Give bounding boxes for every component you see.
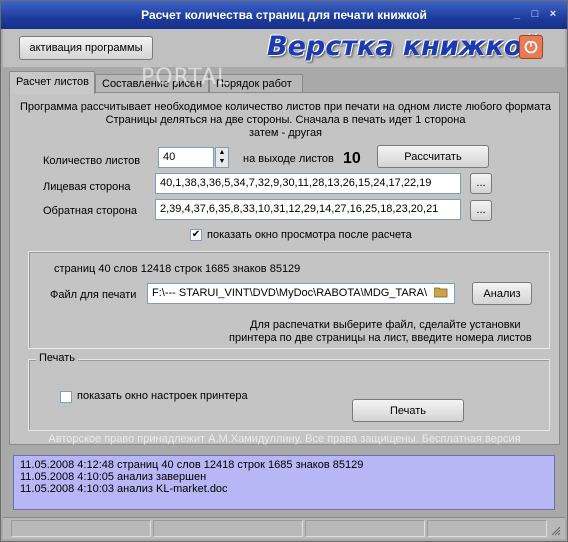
resize-grip-icon[interactable]: [549, 524, 561, 536]
main-window: Расчет количества страниц для печати кни…: [0, 0, 568, 542]
activate-program-label: активация программы: [29, 42, 143, 54]
log-entry: 11.05.2008 4:10:05 анализ завершен: [20, 471, 207, 483]
print-button-label: Печать: [389, 405, 427, 417]
spin-down-icon[interactable]: ▼: [216, 157, 228, 166]
file-hint-line-2: принтера по две страницы на лист, введит…: [229, 332, 532, 344]
back-side-label: Обратная сторона: [43, 205, 138, 217]
minimize-icon[interactable]: _: [509, 6, 525, 22]
tab-label: Составление рисен: [102, 78, 203, 90]
calculate-button[interactable]: Рассчитать: [377, 145, 489, 168]
title-bar[interactable]: Расчет количества страниц для печати кни…: [1, 1, 567, 29]
spin-up-icon[interactable]: ▲: [216, 148, 228, 157]
status-cell: [305, 520, 425, 537]
close-icon[interactable]: ×: [545, 6, 561, 22]
log-panel[interactable]: 11.05.2008 4:12:48 страниц 40 слов 12418…: [13, 455, 555, 510]
log-entry: 11.05.2008 4:10:03 анализ KL-market.doc: [20, 483, 228, 495]
file-stats: страниц 40 слов 12418 строк 1685 знаков …: [54, 263, 301, 275]
app-logo: Верстка книжкой: [267, 31, 542, 62]
pages-count-spinner[interactable]: ▲ ▼: [215, 147, 229, 168]
pages-count-input[interactable]: 40: [158, 147, 214, 168]
maximize-icon[interactable]: □: [527, 6, 543, 22]
log-entry: 11.05.2008 4:12:48 страниц 40 слов 12418…: [20, 459, 364, 471]
front-side-input[interactable]: 40,1,38,3,36,5,34,7,32,9,30,11,28,13,26,…: [155, 173, 461, 194]
print-file-input[interactable]: F:\--- STARUI_VINT\DVD\MyDoc\RABOTA\MDG_…: [147, 283, 455, 304]
print-button[interactable]: Печать: [352, 399, 464, 422]
front-side-label: Лицевая сторона: [43, 181, 131, 193]
tab-work-order[interactable]: Порядок работ: [209, 74, 303, 93]
tab-page-calculation[interactable]: Расчет листов: [9, 71, 95, 94]
printer-settings-checkbox-label: показать окно настроек принтера: [77, 390, 248, 402]
tab-label: Расчет листов: [16, 76, 89, 88]
preview-checkbox-label: показать окно просмотра после расчета: [207, 229, 412, 241]
description-line-3: затем - другая: [248, 127, 323, 139]
analyze-button[interactable]: Анализ: [472, 282, 532, 305]
back-side-browse-button[interactable]: ...: [470, 200, 492, 221]
preview-checkbox[interactable]: ✔: [190, 229, 202, 241]
power-button[interactable]: [519, 35, 543, 59]
front-side-browse-button[interactable]: ...: [470, 173, 492, 194]
description-line-1: Программа рассчитывает необходимое колич…: [20, 101, 551, 113]
status-bar: [3, 517, 565, 539]
tab-strip: Расчет листов Составление рисен Порядок …: [9, 71, 561, 94]
pages-count-label: Количество листов: [43, 155, 141, 167]
analyze-button-label: Анализ: [483, 288, 521, 300]
output-sheets-value: 10: [343, 150, 361, 167]
back-side-input[interactable]: 2,39,4,37,6,35,8,33,10,31,12,29,14,27,16…: [155, 199, 461, 220]
description-line-2: Страницы деляться на две стороны. Сначал…: [105, 114, 466, 126]
printer-settings-checkbox[interactable]: [60, 391, 72, 403]
print-file-label: Файл для печати: [50, 289, 137, 301]
browse-label: ...: [476, 204, 486, 216]
tab-label: Порядок работ: [216, 78, 292, 90]
folder-icon[interactable]: [433, 286, 448, 298]
power-icon: [524, 40, 538, 54]
status-cell: [427, 520, 547, 537]
print-group-label: Печать: [36, 352, 79, 364]
output-sheets-label: на выходе листов: [243, 153, 334, 165]
copyright-text: Авторское право принадлежит А.М.Хамидулл…: [48, 433, 521, 445]
activate-program-button[interactable]: активация программы: [19, 36, 153, 60]
calculate-button-label: Рассчитать: [404, 151, 462, 163]
status-cell: [11, 520, 151, 537]
tab-panel: Программа рассчитывает необходимое колич…: [9, 92, 560, 445]
file-hint-line-1: Для распечатки выберите файл, сделайте у…: [250, 319, 521, 331]
window-title: Расчет количества страниц для печати кни…: [141, 8, 427, 22]
status-cell: [153, 520, 303, 537]
browse-label: ...: [476, 177, 486, 189]
tab-composition[interactable]: Составление рисен: [95, 74, 209, 93]
